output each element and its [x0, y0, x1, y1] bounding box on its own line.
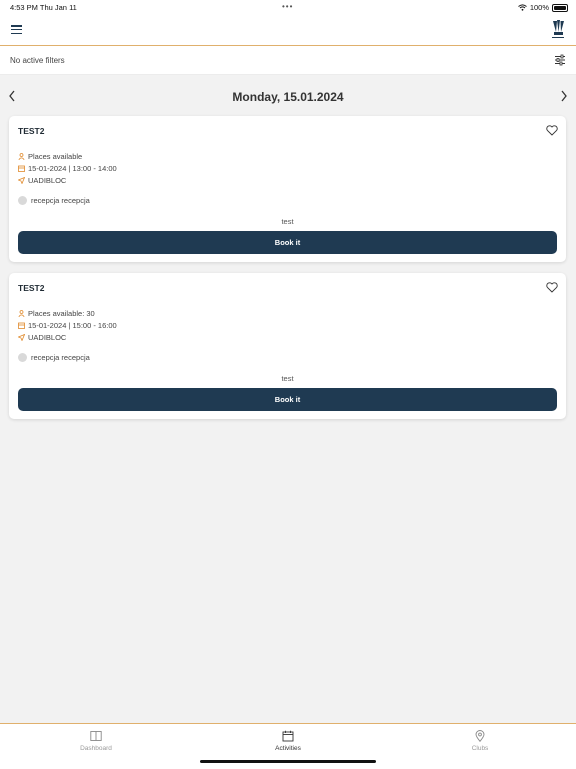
multitasking-dots: •••	[282, 2, 294, 11]
places-text: Places available	[28, 152, 83, 161]
filter-status-text: No active filters	[10, 56, 65, 65]
battery-icon	[552, 3, 568, 12]
date-navigator: Monday, 15.01.2024	[0, 82, 576, 110]
activity-description: test	[281, 217, 294, 226]
heart-icon[interactable]	[546, 125, 558, 136]
location-row: UADIBLOC	[18, 176, 66, 185]
battery-percent: 100%	[529, 3, 549, 12]
status-right: 100%	[517, 3, 568, 12]
instructor-row: recepcja recepcja	[18, 196, 90, 205]
status-time-date: 4:53 PM Thu Jan 11	[10, 3, 77, 12]
location-row: UADIBLOC	[18, 333, 66, 342]
book-button[interactable]: Book it	[18, 388, 557, 411]
app-bar	[0, 14, 576, 46]
datetime-text: 15-01-2024 | 13:00 - 14:00	[28, 164, 117, 173]
instructor-name: recepcja recepcja	[31, 353, 90, 362]
activity-card: TEST2 Places available: 30 15-01-2024 | …	[9, 273, 566, 419]
calendar-icon	[18, 165, 25, 172]
datetime-row: 15-01-2024 | 13:00 - 14:00	[18, 164, 117, 173]
tab-clubs[interactable]: Clubs	[430, 730, 530, 752]
chevron-right-icon[interactable]	[558, 88, 570, 104]
instructor-row: recepcja recepcja	[18, 353, 90, 362]
activity-description: test	[281, 374, 294, 383]
calendar-icon	[18, 322, 25, 329]
instructor-name: recepcja recepcja	[31, 196, 90, 205]
calendar-icon	[282, 730, 294, 742]
places-row: Places available: 30	[18, 309, 95, 318]
tab-label: Clubs	[471, 745, 489, 752]
location-text: UADIBLOC	[28, 333, 67, 342]
sliders-icon[interactable]	[554, 54, 566, 66]
activity-card: TEST2 Places available 15-01-2024 | 13:0…	[9, 116, 566, 262]
datetime-text: 15-01-2024 | 15:00 - 16:00	[28, 321, 117, 330]
activity-name: TEST2	[18, 283, 45, 293]
person-icon	[18, 153, 25, 160]
status-bar: 4:53 PM Thu Jan 11 ••• 100%	[0, 0, 576, 14]
selected-date-title: Monday, 15.01.2024	[232, 90, 344, 104]
activity-name: TEST2	[18, 126, 45, 136]
book-icon	[90, 731, 102, 741]
club-logo-icon	[552, 20, 564, 38]
heart-icon[interactable]	[546, 282, 558, 293]
home-indicator	[200, 760, 376, 763]
tab-label: Activities	[275, 745, 301, 752]
hamburger-icon[interactable]	[11, 25, 22, 35]
book-button[interactable]: Book it	[18, 231, 557, 254]
wifi-icon	[517, 4, 527, 11]
tab-label: Dashboard	[80, 745, 112, 752]
navigation-arrow-icon	[18, 177, 25, 184]
navigation-arrow-icon	[18, 334, 25, 341]
datetime-row: 15-01-2024 | 15:00 - 16:00	[18, 321, 117, 330]
avatar	[18, 353, 27, 362]
avatar	[18, 196, 27, 205]
tab-activities[interactable]: Activities	[238, 730, 338, 752]
person-icon	[18, 310, 25, 317]
places-text: Places available: 30	[28, 309, 95, 318]
location-text: UADIBLOC	[28, 176, 67, 185]
places-row: Places available	[18, 152, 82, 161]
filter-bar: No active filters	[0, 46, 576, 75]
tab-dashboard[interactable]: Dashboard	[46, 730, 146, 752]
map-pin-icon	[475, 730, 485, 742]
